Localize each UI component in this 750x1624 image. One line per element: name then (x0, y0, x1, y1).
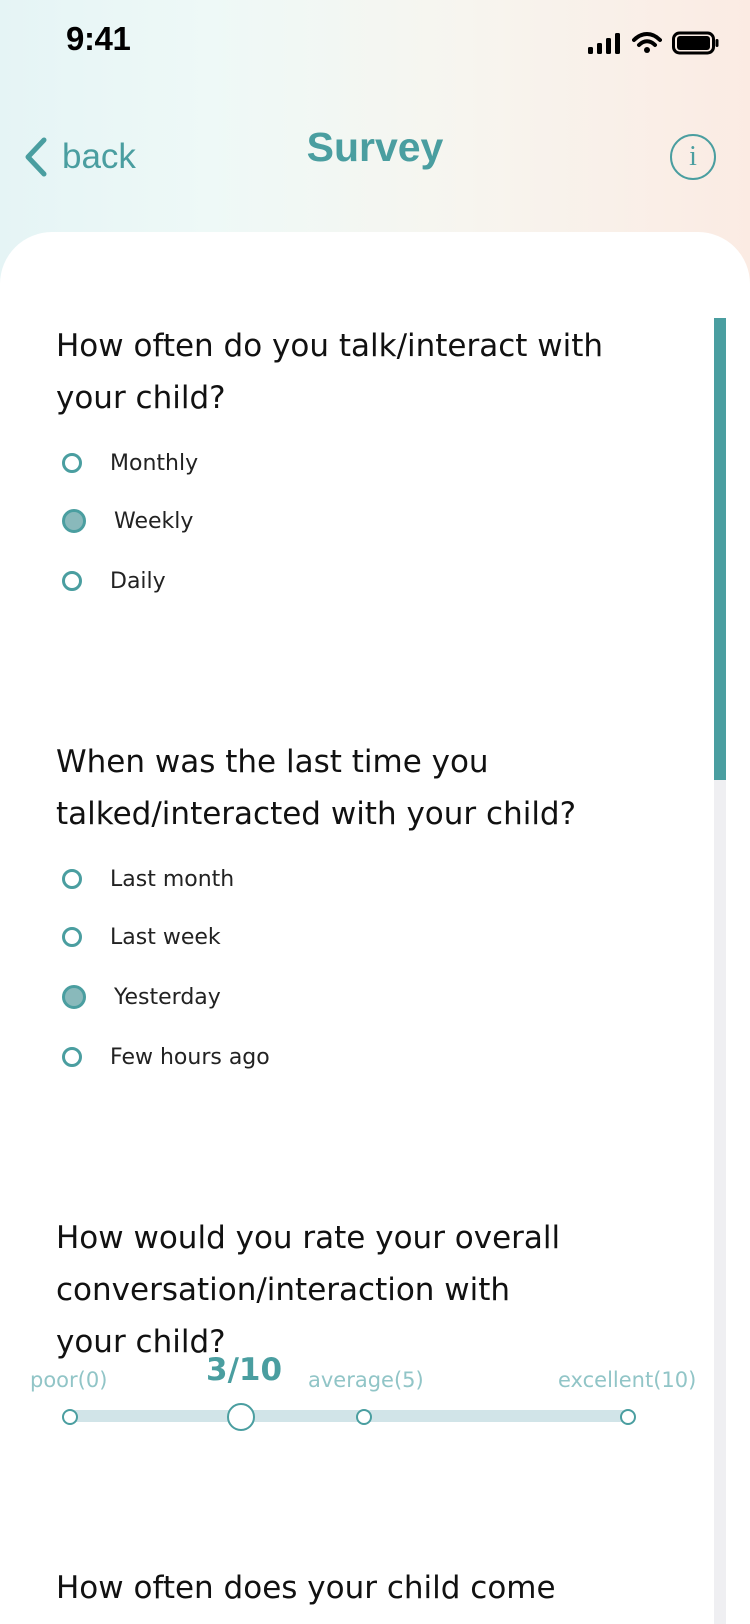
rating-stop-average[interactable] (356, 1409, 372, 1425)
radio-daily[interactable] (62, 571, 82, 591)
radio-monthly[interactable] (62, 453, 82, 473)
status-time: 9:41 (66, 20, 131, 57)
option-label-few-hours-ago: Few hours ago (110, 1044, 270, 1070)
signal-icon (588, 33, 620, 54)
radio-yesterday[interactable] (62, 985, 86, 1009)
status-icons (588, 26, 720, 60)
rating-label-excellent: excellent(10) (558, 1368, 697, 1392)
option-last-month[interactable]: Last month (62, 862, 234, 896)
rating-slider[interactable]: 3/10 poor(0) average(5) excellent(10) (0, 1352, 750, 1442)
option-last-week[interactable]: Last week (62, 920, 221, 954)
option-weekly[interactable]: Weekly (62, 504, 193, 538)
scrollbar-thumb[interactable] (714, 318, 726, 780)
radio-last-week[interactable] (62, 927, 82, 947)
option-label-daily: Daily (110, 568, 166, 594)
option-yesterday[interactable]: Yesterday (62, 980, 221, 1014)
option-monthly[interactable]: Monthly (62, 446, 198, 480)
info-button[interactable]: i (670, 134, 716, 180)
rating-label-poor: poor(0) (30, 1368, 108, 1392)
battery-icon (672, 31, 719, 55)
question-3-text: How would you rate your overall conversa… (56, 1220, 561, 1360)
radio-weekly[interactable] (62, 509, 86, 533)
rating-slider-thumb[interactable] (227, 1403, 255, 1431)
rating-value: 3/10 (206, 1352, 283, 1388)
header: back Survey i (0, 92, 750, 232)
question-1-text: How often do you talk/interact with your… (56, 328, 604, 416)
option-label-weekly: Weekly (114, 508, 194, 534)
option-label-last-month: Last month (110, 866, 235, 892)
option-label-yesterday: Yesterday (114, 984, 221, 1010)
radio-few-hours-ago[interactable] (62, 1047, 82, 1067)
option-few-hours-ago[interactable]: Few hours ago (62, 1040, 270, 1074)
status-bar: 9:41 (0, 0, 750, 92)
page-title: Survey (306, 124, 444, 170)
info-icon: i (689, 141, 697, 172)
rating-slider-track[interactable] (68, 1410, 628, 1422)
question-2-text: When was the last time you talked/intera… (56, 744, 577, 832)
wifi-icon (632, 32, 662, 53)
option-daily[interactable]: Daily (62, 564, 166, 598)
option-label-monthly: Monthly (110, 450, 199, 476)
option-label-last-week: Last week (110, 924, 221, 950)
rating-stop-poor[interactable] (62, 1409, 78, 1425)
survey-content[interactable]: How often do you talk/interact with your… (0, 232, 750, 1624)
rating-stop-excellent[interactable] (620, 1409, 636, 1425)
radio-last-month[interactable] (62, 869, 82, 889)
question-4-text: How often does your child come (56, 1570, 556, 1606)
rating-label-average: average(5) (308, 1368, 424, 1392)
